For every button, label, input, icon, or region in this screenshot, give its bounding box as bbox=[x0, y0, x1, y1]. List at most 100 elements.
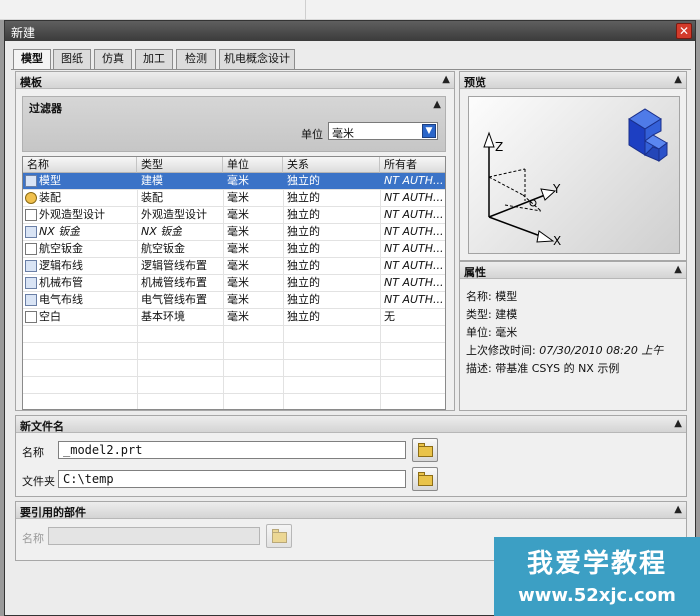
window-title: 新建 bbox=[11, 26, 36, 40]
row-unit: 毫米 bbox=[227, 293, 249, 306]
row-unit: 毫米 bbox=[227, 208, 249, 221]
templates-header[interactable]: 模板 ▲ bbox=[16, 72, 454, 89]
table-row[interactable]: 空白 基本环境 毫米 独立的 无 bbox=[23, 309, 445, 326]
assembly-icon bbox=[25, 192, 37, 204]
table-row[interactable]: 外观造型设计 外观造型设计 毫米 独立的 NT AUTH... bbox=[23, 207, 445, 224]
property-value: 07/30/2010 08:20 上午 bbox=[539, 344, 664, 357]
row-unit: 毫米 bbox=[227, 174, 249, 187]
collapse-caret-icon[interactable]: ▲ bbox=[674, 418, 682, 429]
table-row[interactable]: 模型 建模 毫米 独立的 NT AUTH... bbox=[23, 173, 445, 190]
col-header-unit[interactable]: 单位 bbox=[223, 157, 283, 173]
empty-row bbox=[23, 343, 445, 360]
templates-table: 名称 类型 单位 关系 所有者 模型 建模 毫米 独立的 NT AUTH... … bbox=[22, 156, 446, 410]
row-relation: 独立的 bbox=[287, 259, 320, 272]
property-label: 单位: bbox=[466, 326, 492, 339]
col-header-name[interactable]: 名称 bbox=[23, 157, 137, 173]
new-filename-panel: 新文件名 ▲ 名称 _model2.prt 文件夹 C:\temp bbox=[15, 415, 687, 497]
close-button[interactable]: ✕ bbox=[676, 23, 692, 39]
tab-simulation[interactable]: 仿真 bbox=[94, 49, 132, 69]
row-name: NX 钣金 bbox=[39, 225, 81, 238]
tab-drawing[interactable]: 图纸 bbox=[53, 49, 91, 69]
table-row[interactable]: 逻辑布线 逻辑管线布置 毫米 独立的 NT AUTH... bbox=[23, 258, 445, 275]
filter-title: 过滤器 bbox=[29, 102, 62, 115]
browse-folder-button[interactable] bbox=[412, 467, 438, 491]
templates-panel: 模板 ▲ 过滤器 ▲ 单位 毫米 ▼ 名称 类型 单位 关系 所有者 模型 建模… bbox=[15, 71, 455, 411]
title-bar[interactable]: 新建 ✕ bbox=[5, 21, 695, 41]
col-header-owner[interactable]: 所有者 bbox=[380, 157, 445, 173]
ref-name-input[interactable] bbox=[48, 527, 260, 545]
logical-routing-icon bbox=[25, 260, 37, 272]
property-label: 上次修改时间: bbox=[466, 344, 536, 357]
tab-mechatronics[interactable]: 机电概念设计 bbox=[219, 49, 295, 69]
row-relation: 独立的 bbox=[287, 208, 320, 221]
row-name: 外观造型设计 bbox=[39, 208, 105, 221]
ref-name-label: 名称 bbox=[22, 532, 44, 545]
row-relation: 独立的 bbox=[287, 276, 320, 289]
folder-input[interactable]: C:\temp bbox=[58, 470, 406, 488]
tab-inspection[interactable]: 检测 bbox=[176, 49, 216, 69]
empty-row bbox=[23, 394, 445, 409]
empty-row bbox=[23, 360, 445, 377]
name-label: 名称 bbox=[22, 446, 44, 459]
row-owner: NT AUTH... bbox=[384, 259, 444, 272]
collapse-caret-icon[interactable]: ▲ bbox=[674, 504, 682, 515]
property-label: 类型: bbox=[466, 308, 492, 321]
csys-preview-graphic: Z Y X bbox=[483, 108, 668, 248]
filename-input[interactable]: _model2.prt bbox=[58, 441, 406, 459]
blank-document-icon bbox=[25, 311, 37, 323]
folder-body bbox=[418, 475, 433, 486]
row-relation: 独立的 bbox=[287, 174, 320, 187]
folder-body bbox=[272, 532, 287, 543]
x-axis-label: X bbox=[553, 234, 561, 248]
row-type: 外观造型设计 bbox=[141, 208, 207, 221]
col-header-relation[interactable]: 关系 bbox=[283, 157, 380, 173]
row-owner: NT AUTH... bbox=[384, 191, 444, 204]
folder-label: 文件夹 bbox=[22, 475, 55, 488]
watermark-logo: 我爱学教程 www.52xjc.com bbox=[494, 537, 700, 616]
row-type: 机械管线布置 bbox=[141, 276, 207, 289]
row-owner: NT AUTH... bbox=[384, 242, 444, 255]
browse-name-button[interactable] bbox=[412, 438, 438, 462]
browse-ref-button[interactable] bbox=[266, 524, 292, 548]
chevron-down-icon[interactable]: ▼ bbox=[422, 124, 436, 138]
properties-panel: 属性 ▲ 名称: 模型 类型: 建模 单位: 毫米 上次修改时间: 07/30/… bbox=[459, 261, 687, 411]
tab-model[interactable]: 模型 bbox=[13, 49, 51, 70]
row-owner: 无 bbox=[384, 310, 395, 323]
property-unit: 单位: 毫米 bbox=[466, 324, 517, 340]
row-relation: 独立的 bbox=[287, 293, 320, 306]
row-type: 建模 bbox=[141, 174, 163, 187]
property-value: 毫米 bbox=[495, 326, 518, 339]
new-filename-header[interactable]: 新文件名 ▲ bbox=[16, 416, 686, 433]
templates-title: 模板 bbox=[20, 76, 42, 89]
preview-image: Z Y X bbox=[468, 96, 680, 254]
row-name: 逻辑布线 bbox=[39, 259, 83, 272]
table-row[interactable]: 电气布线 电气管线布置 毫米 独立的 NT AUTH... bbox=[23, 292, 445, 309]
table-row[interactable]: 航空钣金 航空钣金 毫米 独立的 NT AUTH... bbox=[23, 241, 445, 258]
tab-manufacturing[interactable]: 加工 bbox=[135, 49, 173, 69]
preview-header[interactable]: 预览 ▲ bbox=[460, 72, 686, 89]
background-window-strip bbox=[0, 0, 700, 20]
row-name: 机械布管 bbox=[39, 276, 83, 289]
properties-header[interactable]: 属性 ▲ bbox=[460, 262, 686, 279]
row-name: 模型 bbox=[39, 174, 61, 187]
referenced-part-header[interactable]: 要引用的部件 ▲ bbox=[16, 502, 686, 519]
electrical-routing-icon bbox=[25, 294, 37, 306]
row-relation: 独立的 bbox=[287, 310, 320, 323]
collapse-caret-icon[interactable]: ▲ bbox=[674, 74, 682, 85]
row-owner: NT AUTH... bbox=[384, 225, 444, 238]
watermark-url: www.52xjc.com bbox=[518, 585, 676, 606]
row-type: 基本环境 bbox=[141, 310, 185, 323]
filter-collapse-icon[interactable]: ▲ bbox=[433, 99, 441, 110]
table-row[interactable]: 装配 装配 毫米 独立的 NT AUTH... bbox=[23, 190, 445, 207]
unit-select-value: 毫米 bbox=[332, 127, 354, 140]
table-row[interactable]: NX 钣金 NX 钣金 毫米 独立的 NT AUTH... bbox=[23, 224, 445, 241]
collapse-caret-icon[interactable]: ▲ bbox=[674, 264, 682, 275]
table-row[interactable]: 机械布管 机械管线布置 毫米 独立的 NT AUTH... bbox=[23, 275, 445, 292]
row-owner: NT AUTH... bbox=[384, 174, 444, 187]
row-name: 航空钣金 bbox=[39, 242, 83, 255]
shape-studio-icon bbox=[25, 209, 37, 221]
aero-sheet-metal-icon bbox=[25, 243, 37, 255]
col-header-type[interactable]: 类型 bbox=[137, 157, 223, 173]
collapse-caret-icon[interactable]: ▲ bbox=[442, 74, 450, 85]
unit-select[interactable]: 毫米 ▼ bbox=[328, 122, 438, 140]
